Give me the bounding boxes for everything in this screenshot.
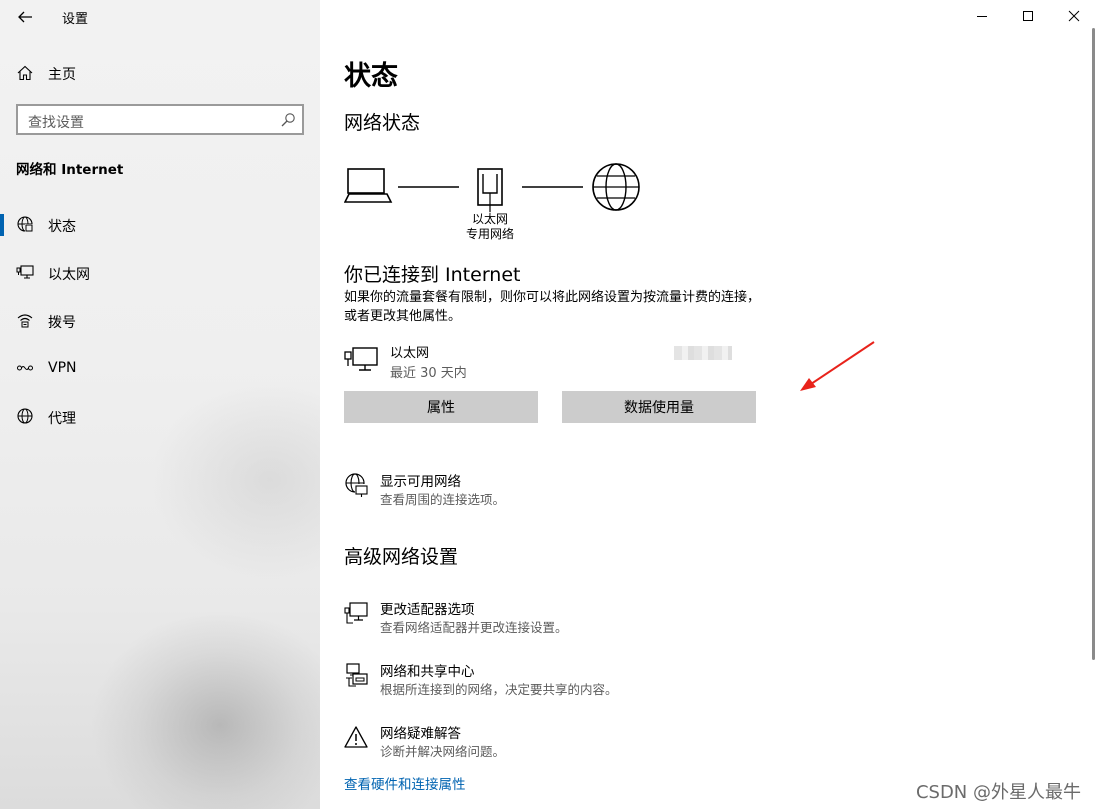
sidebar-item-vpn[interactable]: VPN [0,348,320,388]
sidebar-item-home[interactable]: 主页 [0,58,320,88]
vpn-icon [17,365,33,371]
search-input[interactable]: 查找设置 [16,104,304,135]
advanced-item-title: 网络疑难解答 [380,726,461,742]
network-status-heading: 网络状态 [344,112,421,134]
diagram-network-type: 专用网络 [465,227,514,241]
advanced-item-subtitle: 根据所连接到的网络，决定要共享的内容。 [380,682,618,697]
sidebar-section-title: 网络和 Internet [16,162,124,178]
globe-icon [592,163,640,211]
advanced-item-title: 网络和共享中心 [380,664,475,680]
active-indicator [0,214,4,236]
sidebar-item-label: 以太网 [48,267,90,283]
hardware-properties-link[interactable]: 查看硬件和连接属性 [344,773,466,793]
window-title: 设置 [62,12,89,27]
connection-row: 以太网 最近 30 天内 [344,340,764,381]
watermark: CSDN @外星人最牛 [915,782,1081,803]
sidebar-item-label: VPN [48,360,77,376]
metered-description: 如果你的流量套餐有限制，则你可以将此网络设置为按流量计费的连接，或者更改其他属性… [344,290,761,324]
sidebar-item-label: 状态 [48,219,76,235]
connection-usage-period: 最近 30 天内 [390,366,467,381]
advanced-item-subtitle: 诊断并解决网络问题。 [380,744,506,759]
laptop-icon [343,168,393,203]
sharing-center-icon [346,663,368,687]
advanced-item-subtitle: 查看网络适配器并更改连接设置。 [380,620,568,635]
sidebar-item-status[interactable]: 状态 [0,204,320,244]
sidebar-item-dialup[interactable]: 拨号 [0,300,320,340]
background-blur [90,610,320,809]
ethernet-monitor-icon [344,347,378,371]
warning-icon [344,726,368,748]
sidebar-item-proxy[interactable]: 代理 [0,396,320,436]
network-sharing-center[interactable]: 网络和共享中心 根据所连接到的网络，决定要共享的内容。 [344,660,804,704]
network-globe-icon [345,473,369,497]
globe-icon [17,216,33,232]
network-diagram: 以太网 专用网络 [343,160,644,246]
ethernet-port-icon [477,168,503,212]
network-diagram-graphic [343,163,640,212]
sidebar-item-label: 拨号 [48,315,76,331]
sidebar-home-label: 主页 [48,67,76,83]
annotation-arrow [800,341,875,391]
adapter-monitor-icon [344,602,368,624]
globe-icon [17,408,33,424]
minimize-icon[interactable] [970,4,994,28]
content-pane: 状态 网络状态 以太网 专用网络 你已连接到 Internet 如果你的流量套餐… [320,0,1097,809]
diagram-adapter-name: 以太网 [471,212,508,226]
maximize-icon[interactable] [1016,4,1040,28]
close-icon[interactable] [1062,4,1086,28]
search-icon[interactable] [280,112,296,128]
diagram-caption: 以太网 专用网络 [450,212,530,242]
change-adapter-options[interactable]: 更改适配器选项 查看网络适配器并更改连接设置。 [344,598,804,642]
data-usage-button[interactable]: 数据使用量 [562,391,756,423]
page-title: 状态 [344,61,398,92]
settings-sidebar: 设置 主页 查找设置 网络和 Internet 状态 以太网 拨号 VPN 代理 [0,0,320,809]
connection-name: 以太网 [390,346,430,361]
advanced-item-title: 更改适配器选项 [380,602,475,618]
redacted-usage-value [674,346,732,360]
search-placeholder: 查找设置 [28,115,84,131]
properties-button[interactable]: 属性 [344,391,538,423]
advanced-settings-heading: 高级网络设置 [344,546,459,568]
network-troubleshooter[interactable]: 网络疑难解答 诊断并解决网络问题。 [344,722,804,766]
show-networks-title: 显示可用网络 [380,474,461,490]
sidebar-item-ethernet[interactable]: 以太网 [0,252,320,292]
sidebar-item-label: 代理 [48,411,76,427]
scrollbar[interactable] [1092,28,1095,660]
show-available-networks[interactable]: 显示可用网络 查看周围的连接选项。 [344,470,804,514]
dialup-icon [17,314,33,328]
connected-heading: 你已连接到 Internet [344,264,521,286]
show-networks-subtitle: 查看周围的连接选项。 [380,492,506,507]
home-icon [17,65,33,81]
back-arrow-icon[interactable] [14,6,36,28]
ethernet-monitor-icon [16,265,34,279]
